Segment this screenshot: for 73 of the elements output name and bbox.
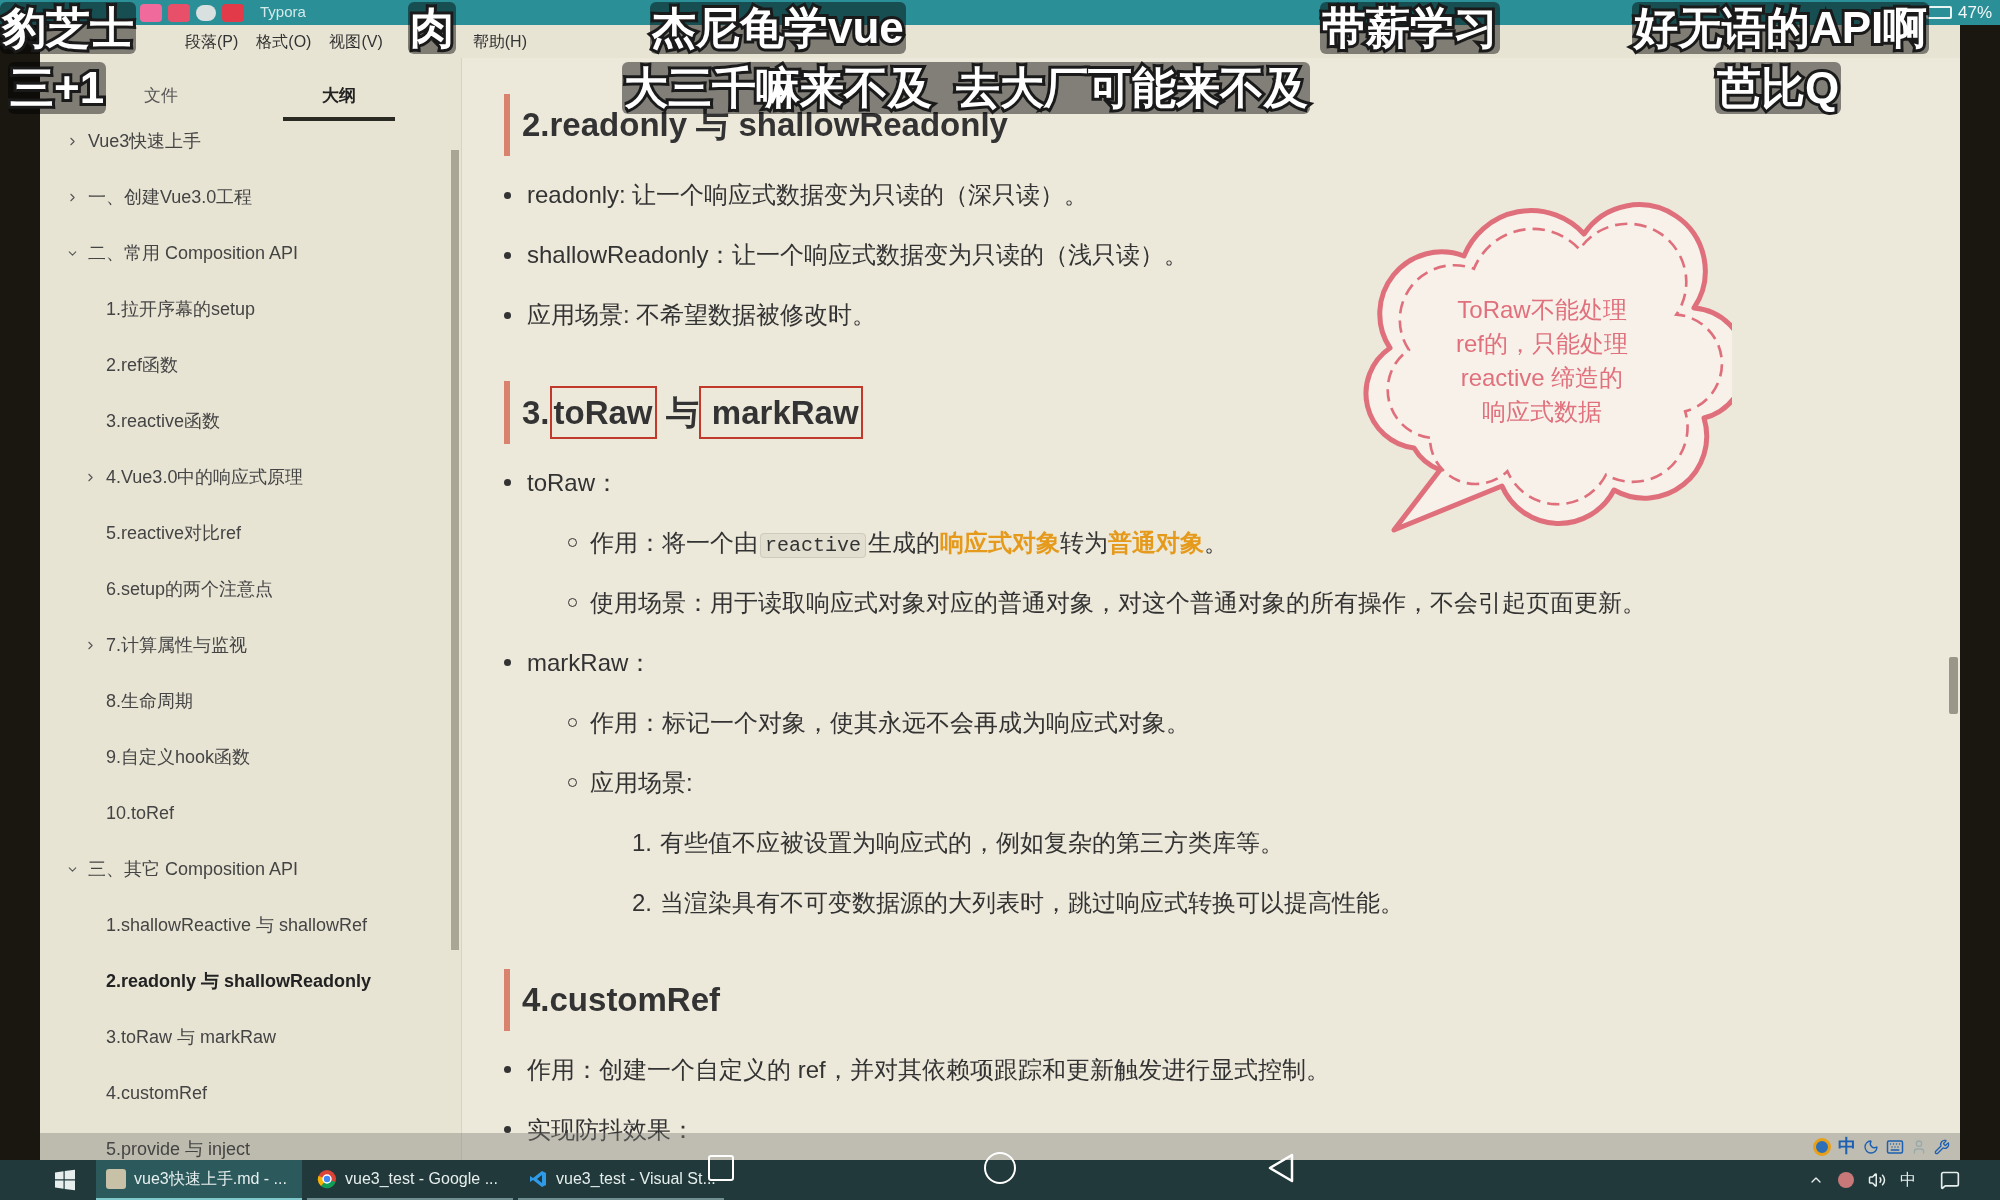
outline-item[interactable]: 三、其它 Composition API	[88, 855, 299, 883]
menu-item[interactable]: 段落(P)	[185, 29, 239, 54]
outline-item[interactable]: 二、常用 Composition API	[88, 239, 299, 267]
chat-icon[interactable]	[196, 4, 216, 21]
outline-item[interactable]: 6.setup的两个注意点	[106, 575, 274, 603]
back-icon[interactable]	[1266, 1153, 1296, 1183]
menu-item[interactable]: 格式(O)	[256, 29, 312, 54]
outline-item[interactable]: 1.shallowReactive 与 shallowRef	[106, 911, 368, 939]
overlay-comment: 三+1	[8, 62, 107, 114]
battery-level: 47%	[1957, 1, 1992, 24]
list-number: 1.	[632, 827, 652, 858]
taskbar-item[interactable]: vue3_test - Google ...	[307, 1160, 513, 1200]
outline-item[interactable]: 7.计算属性与监视	[106, 631, 247, 659]
outline-item[interactable]: 9.自定义hook函数	[106, 743, 251, 771]
sidebar-tab[interactable]: 大纲	[283, 75, 395, 121]
list-item-text: 应用场景:	[590, 767, 693, 798]
bullet-icon	[504, 659, 511, 667]
bullet-icon	[504, 191, 511, 199]
list-item-text: 使用场景：用于读取响应式对象对应的普通对象，对这个普通对象的所有操作，不会引起页面更新。	[590, 587, 1646, 618]
callout-text: ToRaw不能处理 ref的，只能处理 reactive 缔造的 响应式数据	[1456, 294, 1628, 427]
list-item-text: markRaw：	[527, 647, 653, 678]
section-heading: 3.toRaw 与 markRaw	[504, 381, 867, 444]
section-heading: 4.customRef	[504, 968, 725, 1031]
bullet-icon	[504, 1066, 511, 1074]
outline-item[interactable]: 4.Vue3.0中的响应式原理	[106, 463, 304, 491]
window-title: Typora	[260, 2, 306, 23]
outline-item[interactable]: Vue3快速上手	[88, 127, 202, 155]
bullet-icon	[504, 311, 511, 319]
keyboard-icon[interactable]	[1886, 1137, 1904, 1156]
outline-item[interactable]: 3.toRaw 与 markRaw	[106, 1023, 277, 1051]
wrench-icon[interactable]	[1934, 1138, 1950, 1155]
taskbar-item[interactable]: vue3快速上手.md - ...	[96, 1160, 302, 1200]
list-item-text: 作用：将一个由 reactive 生成的响应式对象转为普通对象。	[590, 527, 1228, 560]
taskbar-item[interactable]: vue3_test - Visual St...	[518, 1160, 724, 1200]
bullet-icon	[504, 1126, 511, 1134]
moon-icon[interactable]	[1863, 1138, 1879, 1155]
menu-item[interactable]: 帮助(H)	[472, 29, 527, 54]
outline-item[interactable]: 3.reactive函数	[106, 407, 221, 435]
outline-item[interactable]: 4.customRef	[106, 1079, 208, 1107]
input-language[interactable]: 中	[1900, 1168, 1916, 1192]
outline-item[interactable]: 10.toRef	[106, 799, 175, 827]
list-item-text: 应用场景: 不希望数据被修改时。	[527, 300, 877, 331]
menu-item[interactable]: 视图(V)	[329, 29, 383, 54]
list-item-text: 当渲染具有不可变数据源的大列表时，跳过响应式转换可以提高性能。	[660, 887, 1404, 918]
outline-item[interactable]: 2.readonly 与 shallowReadonly	[106, 967, 372, 995]
volume-icon[interactable]	[1868, 1171, 1886, 1189]
battery-icon	[1925, 6, 1952, 19]
outline-item[interactable]: 1.拉开序幕的setup	[106, 295, 256, 323]
list-item-text: toRaw：	[527, 467, 620, 498]
scrollbar-thumb[interactable]	[451, 150, 459, 950]
windows-logo-icon[interactable]	[54, 1169, 76, 1191]
outline-item[interactable]: 一、创建Vue3.0工程	[88, 183, 253, 211]
document-icon	[106, 1169, 126, 1189]
notification-icon[interactable]	[1940, 1170, 1960, 1190]
sidebar-tab[interactable]: 文件	[105, 75, 217, 121]
list-item-text: 实现防抖效果：	[527, 1115, 695, 1145]
list-item-text: 作用：标记一个对象，使其永远不会再成为响应式对象。	[590, 707, 1190, 738]
list-item-text: shallowReadonly：让一个响应式数据变为只读的（浅只读）。	[527, 240, 1189, 271]
bullet-icon	[504, 251, 511, 259]
outline-item[interactable]: 5.provide 与 inject	[106, 1135, 251, 1160]
tray-app-icon[interactable]	[1838, 1172, 1854, 1188]
code-editor-icon	[528, 1169, 548, 1189]
overlay-comment: 芭比Q	[1715, 62, 1842, 114]
scrollbar-thumb[interactable]	[1949, 657, 1958, 714]
outline-item[interactable]: 2.ref函数	[106, 351, 179, 379]
list-item-text: readonly: 让一个响应式数据变为只读的（深只读）。	[527, 180, 1089, 211]
bullet-icon	[504, 479, 511, 487]
outline-item[interactable]: 8.生命周期	[106, 687, 193, 715]
list-number: 2.	[632, 887, 652, 918]
list-item-text: 有些值不应被设置为响应式的，例如复杂的第三方类库等。	[660, 827, 1284, 858]
list-item-text: 作用：创建一个自定义的 ref，并对其依赖项跟踪和更新触发进行显式控制。	[527, 1055, 1330, 1085]
outline-item[interactable]: 5.reactive对比ref	[106, 519, 242, 547]
browser-icon	[317, 1169, 337, 1189]
